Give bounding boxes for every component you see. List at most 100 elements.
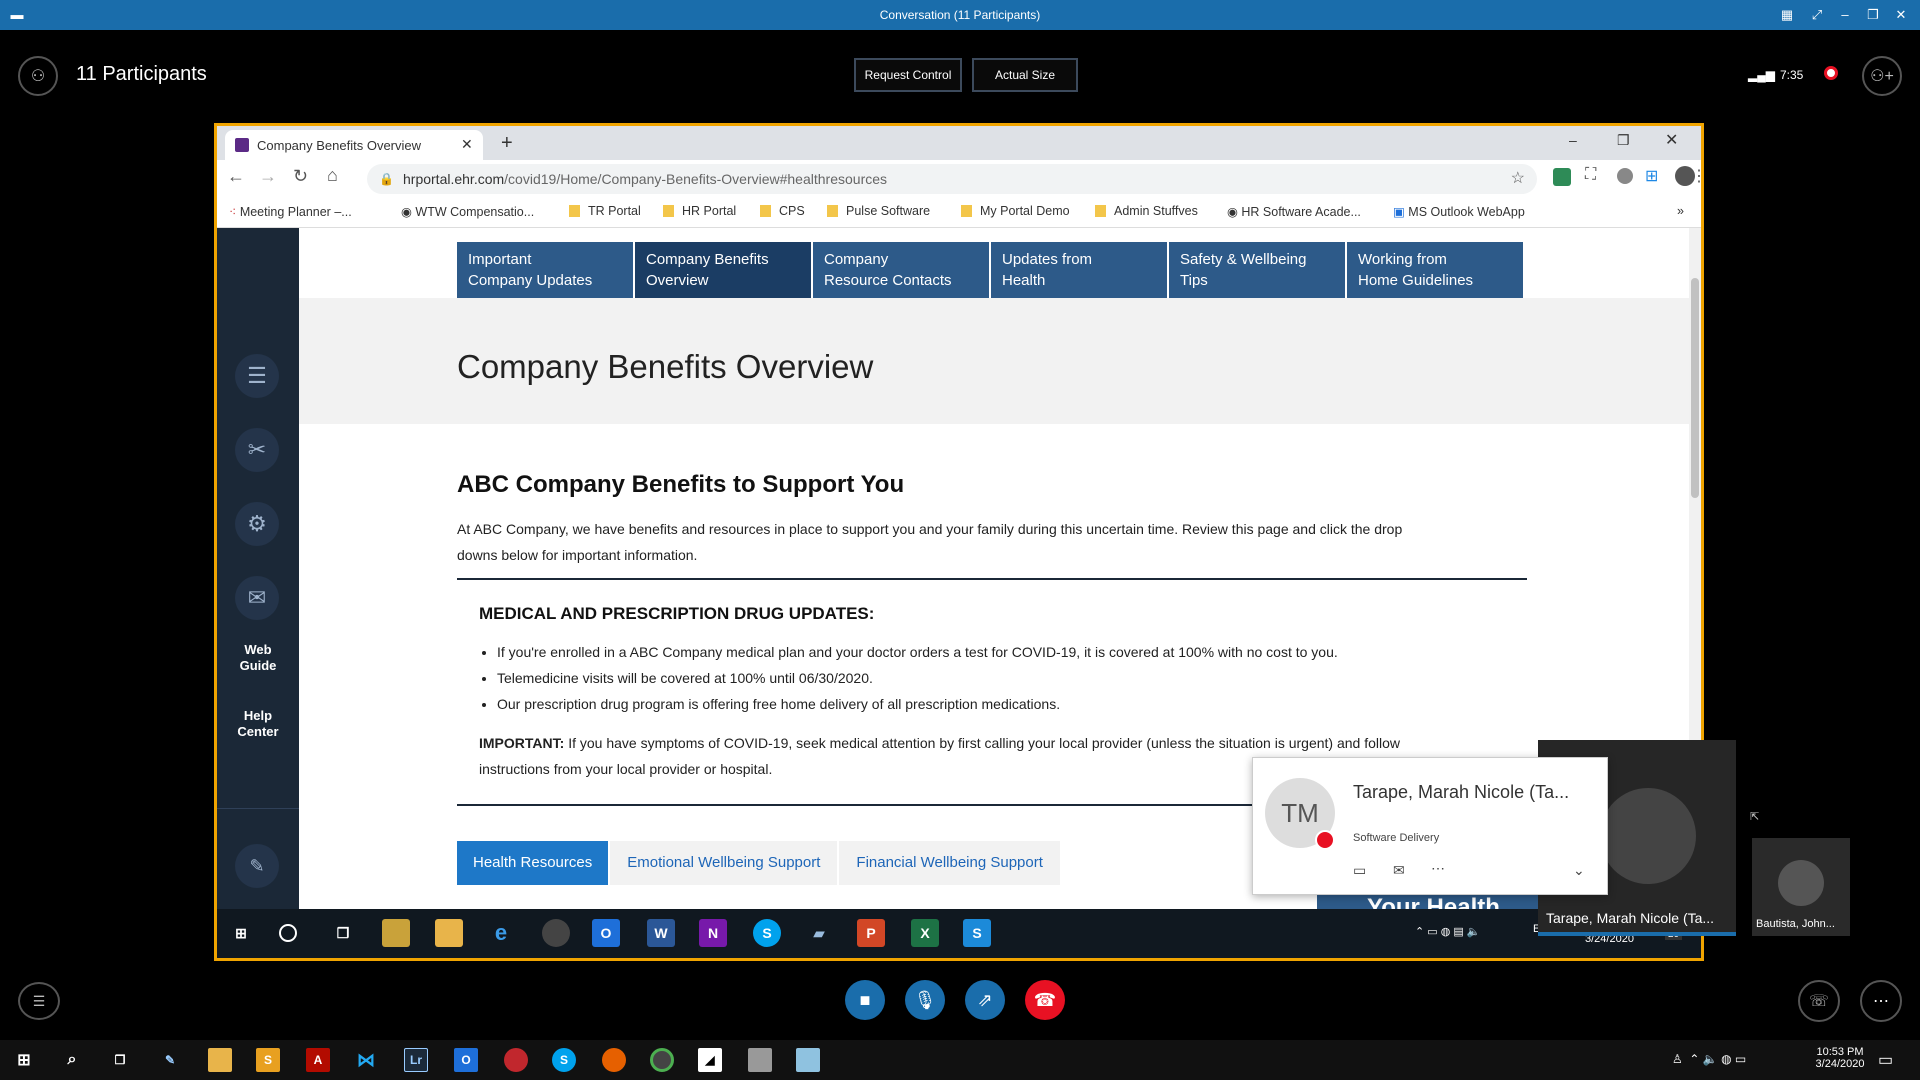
list-icon[interactable]: ☰ bbox=[235, 354, 279, 398]
search-icon[interactable]: ⌕ bbox=[60, 1048, 84, 1072]
bookmark-item[interactable]: ◉ WTW Compensatio... bbox=[401, 204, 534, 219]
app-s-icon[interactable]: S bbox=[963, 919, 991, 947]
skype-icon[interactable]: S bbox=[552, 1048, 576, 1072]
bookmark-item[interactable]: TR Portal bbox=[569, 204, 641, 218]
more-icon[interactable]: ⋯ bbox=[1431, 860, 1445, 877]
firefox-icon[interactable] bbox=[602, 1048, 626, 1072]
notes-icon[interactable]: ◢ bbox=[698, 1048, 722, 1072]
mail-icon[interactable]: ✉ bbox=[235, 576, 279, 620]
app-icon[interactable]: ✎ bbox=[158, 1048, 182, 1072]
bookmark-item[interactable]: ◉ HR Software Acade... bbox=[1227, 204, 1361, 219]
back-icon[interactable]: ← bbox=[227, 166, 245, 187]
chevron-down-icon[interactable]: ⌄ bbox=[1573, 862, 1585, 879]
fullscreen-icon[interactable]: ⤢ bbox=[1808, 6, 1826, 24]
email-icon[interactable]: ✉ bbox=[1393, 862, 1405, 879]
bookmark-star-icon[interactable]: ☆ bbox=[1511, 164, 1525, 194]
add-participant-icon[interactable]: ⚇+ bbox=[1862, 56, 1902, 96]
layout-icon[interactable]: ▦ bbox=[1778, 6, 1796, 24]
file-explorer-icon[interactable] bbox=[435, 919, 463, 947]
video-tile-small[interactable]: Bautista, John... bbox=[1752, 838, 1850, 936]
nav-important-updates[interactable]: Important Company Updates bbox=[457, 242, 633, 298]
nav-safety-wellbeing[interactable]: Safety & Wellbeing Tips bbox=[1169, 242, 1345, 298]
bookmark-item[interactable]: Admin Stuffves bbox=[1095, 204, 1198, 218]
chat-icon[interactable]: ☰ bbox=[18, 982, 60, 1020]
bookmark-item[interactable]: My Portal Demo bbox=[961, 204, 1070, 218]
chat-icon[interactable]: ▭ bbox=[1353, 862, 1366, 879]
acrobat-icon[interactable]: A bbox=[306, 1048, 330, 1072]
tab-health-resources[interactable]: Health Resources bbox=[457, 841, 609, 885]
nav-company-benefits[interactable]: Company Benefits Overview bbox=[635, 242, 811, 298]
action-center-icon[interactable]: ▭ bbox=[1878, 1050, 1893, 1070]
search-icon[interactable] bbox=[279, 924, 297, 942]
bookmark-item[interactable]: HR Portal bbox=[663, 204, 736, 218]
outlook-icon[interactable]: O bbox=[454, 1048, 478, 1072]
app-icon[interactable] bbox=[382, 919, 410, 947]
lightroom-icon[interactable]: Lr bbox=[404, 1048, 428, 1072]
nav-home-guidelines[interactable]: Working from Home Guidelines bbox=[1347, 242, 1523, 298]
home-icon[interactable]: ⌂ bbox=[327, 165, 338, 186]
app-grey-icon[interactable] bbox=[748, 1048, 772, 1072]
settings-icon[interactable]: ⚙ bbox=[235, 502, 279, 546]
bookmarks-overflow-icon[interactable]: » bbox=[1677, 204, 1684, 218]
bookmark-item[interactable]: ▣ MS Outlook WebApp bbox=[1393, 204, 1525, 219]
edit-icon[interactable]: ✎ bbox=[235, 844, 279, 888]
popout-icon[interactable]: ⇱ bbox=[1750, 810, 1759, 823]
hangup-icon[interactable]: ☎ bbox=[1025, 980, 1065, 1020]
tab-financial-wellbeing[interactable]: Financial Wellbeing Support bbox=[839, 841, 1060, 885]
windows-start-icon[interactable]: ⊞ bbox=[227, 919, 255, 947]
minimize-icon[interactable]: – bbox=[1836, 6, 1854, 24]
app-red-icon[interactable] bbox=[504, 1048, 528, 1072]
sublime-icon[interactable]: S bbox=[256, 1048, 280, 1072]
file-explorer-icon[interactable] bbox=[208, 1048, 232, 1072]
more-options-icon[interactable]: ⋯ bbox=[1860, 980, 1902, 1022]
chrome-icon[interactable] bbox=[542, 919, 570, 947]
excel-icon[interactable]: X bbox=[911, 919, 939, 947]
extension-circle-icon[interactable] bbox=[1617, 168, 1633, 184]
request-control-button[interactable]: Request Control bbox=[854, 58, 962, 92]
edge-icon[interactable]: e bbox=[487, 919, 515, 947]
word-icon[interactable]: W bbox=[647, 919, 675, 947]
browser-close-icon[interactable]: ✕ bbox=[1665, 130, 1678, 150]
task-view-icon[interactable]: ❒ bbox=[329, 919, 357, 947]
app-blue-icon[interactable] bbox=[796, 1048, 820, 1072]
extension-sheets-icon[interactable] bbox=[1553, 168, 1571, 186]
participants-icon[interactable]: ⚇ bbox=[18, 56, 58, 96]
browser-restore-icon[interactable]: ❐ bbox=[1617, 132, 1630, 149]
video-icon[interactable]: ■ bbox=[845, 980, 885, 1020]
browser-tab[interactable]: Company Benefits Overview ✕ bbox=[225, 130, 483, 160]
reload-icon[interactable]: ↻ bbox=[293, 166, 308, 187]
browser-menu-icon[interactable]: ⋮ bbox=[1691, 166, 1701, 186]
url-input[interactable]: 🔒 hrportal.ehr.com/covid19/Home/Company-… bbox=[367, 164, 1537, 194]
skype-icon[interactable]: S bbox=[753, 919, 781, 947]
scrollbar-thumb[interactable] bbox=[1691, 278, 1699, 498]
tab-close-icon[interactable]: ✕ bbox=[461, 136, 473, 153]
vscode-icon[interactable]: ⋈ bbox=[354, 1048, 378, 1072]
bookmark-item[interactable]: ⁖ Meeting Planner –... bbox=[229, 204, 352, 219]
browser-minimize-icon[interactable]: – bbox=[1569, 132, 1577, 148]
chrome-icon[interactable] bbox=[650, 1048, 674, 1072]
onenote-icon[interactable]: N bbox=[699, 919, 727, 947]
outlook-icon[interactable]: O bbox=[592, 919, 620, 947]
devices-icon[interactable]: ☏ bbox=[1798, 980, 1840, 1022]
powerpoint-icon[interactable]: P bbox=[857, 919, 885, 947]
nav-updates-health[interactable]: Updates from Health bbox=[991, 242, 1167, 298]
help-center-link[interactable]: Help Center bbox=[217, 708, 299, 740]
restore-icon[interactable]: ❐ bbox=[1864, 6, 1882, 24]
tab-emotional-wellbeing[interactable]: Emotional Wellbeing Support bbox=[610, 841, 838, 885]
windows-start-icon[interactable]: ⊞ bbox=[12, 1048, 36, 1072]
bookmark-item[interactable]: CPS bbox=[760, 204, 805, 218]
web-guide-link[interactable]: Web Guide bbox=[217, 642, 299, 674]
extension-windows-icon[interactable]: ⊞ bbox=[1645, 166, 1658, 186]
tools-icon[interactable]: ✂ bbox=[235, 428, 279, 472]
actual-size-button[interactable]: Actual Size bbox=[972, 58, 1078, 92]
nav-resource-contacts[interactable]: Company Resource Contacts bbox=[813, 242, 989, 298]
task-view-icon[interactable]: ❒ bbox=[108, 1048, 132, 1072]
bookmark-item[interactable]: Pulse Software bbox=[827, 204, 930, 218]
mute-icon[interactable]: 🎙 bbox=[905, 980, 945, 1020]
new-tab-icon[interactable]: + bbox=[501, 132, 513, 155]
share-screen-icon[interactable]: ⇗ bbox=[965, 980, 1005, 1020]
app-icon-2[interactable]: ▰ bbox=[805, 919, 833, 947]
extension-screenshot-icon[interactable]: ⛶ bbox=[1585, 166, 1596, 184]
forward-icon[interactable]: → bbox=[259, 166, 277, 187]
close-icon[interactable]: ✕ bbox=[1892, 6, 1910, 24]
